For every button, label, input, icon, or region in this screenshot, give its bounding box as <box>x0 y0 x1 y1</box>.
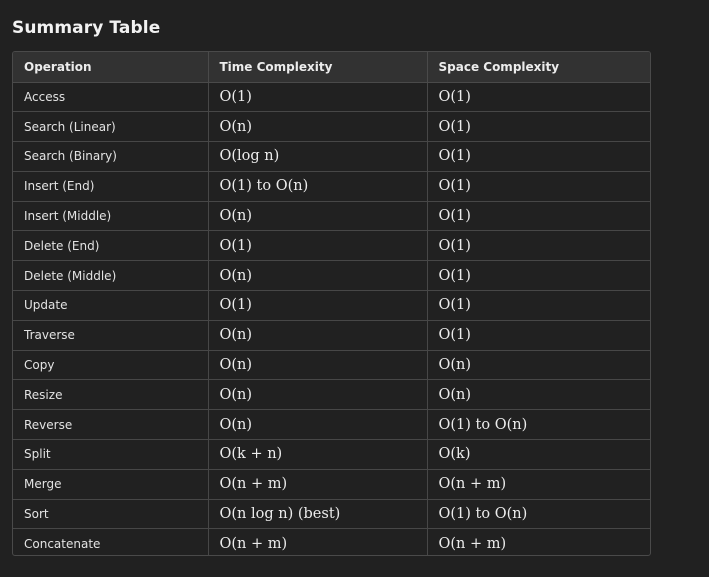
time-complexity-cell: O(1) <box>208 290 428 321</box>
operation-cell: Resize <box>13 379 209 411</box>
time-complexity-cell: O(n) <box>208 111 428 143</box>
table-body: Access O(1) O(1) Search (Linear) O(n) O(1) S… <box>13 82 650 555</box>
time-complexity-cell: O(1) to O(n) <box>208 171 428 202</box>
operation-cell: Search (Binary) <box>13 141 209 172</box>
operation-cell: Sort <box>13 499 209 530</box>
space-complexity-cell: O(1) <box>427 201 650 232</box>
time-complexity-cell: O(n + m) <box>208 469 428 500</box>
column-header-space-complexity: Space Complexity <box>427 52 650 83</box>
time-complexity-cell: O(k + n) <box>208 439 428 470</box>
time-complexity-cell: O(n) <box>208 320 428 351</box>
table-row: Update O(1) O(1) <box>13 290 650 321</box>
table-row: Resize O(n) O(n) <box>13 379 650 411</box>
operation-cell: Search (Linear) <box>13 111 209 143</box>
table-row: Insert (Middle) O(n) O(1) <box>13 201 650 232</box>
operation-cell: Update <box>13 290 209 321</box>
space-complexity-cell: O(1) <box>427 111 650 143</box>
table-row: Insert (End) O(1) to O(n) O(1) <box>13 171 650 202</box>
operation-cell: Access <box>13 82 209 113</box>
operation-cell: Delete (End) <box>13 230 209 262</box>
time-complexity-cell: O(n + m) <box>208 528 428 555</box>
table-row: Sort O(n log n) (best) O(1) to O(n) <box>13 499 650 530</box>
table-header: Operation Time Complexity Space Complexi… <box>13 52 650 83</box>
space-complexity-cell: O(1) <box>427 230 650 262</box>
operation-cell: Insert (Middle) <box>13 201 209 232</box>
column-header-time-complexity: Time Complexity <box>208 52 428 83</box>
time-complexity-cell: O(n) <box>208 260 428 292</box>
space-complexity-cell: O(1) to O(n) <box>427 499 650 530</box>
operation-cell: Split <box>13 439 209 470</box>
operation-cell: Delete (Middle) <box>13 260 209 292</box>
table-row: Search (Linear) O(n) O(1) <box>13 111 650 143</box>
time-complexity-cell: O(n) <box>208 201 428 232</box>
space-complexity-cell: O(1) <box>427 141 650 172</box>
space-complexity-cell: O(1) <box>427 320 650 351</box>
time-complexity-cell: O(1) <box>208 82 428 113</box>
operation-cell: Concatenate <box>13 528 209 555</box>
space-complexity-cell: O(1) <box>427 171 650 202</box>
table-row: Reverse O(n) O(1) to O(n) <box>13 409 650 441</box>
table-row: Delete (End) O(1) O(1) <box>13 230 650 262</box>
table-row: Split O(k + n) O(k) <box>13 439 650 470</box>
space-complexity-cell: O(n + m) <box>427 469 650 500</box>
section-heading: Summary Table <box>12 18 161 38</box>
table-row: Search (Binary) O(log n) O(1) <box>13 141 650 172</box>
table-row: Traverse O(n) O(1) <box>13 320 650 351</box>
column-header-operation: Operation <box>13 52 209 83</box>
space-complexity-cell: O(k) <box>427 439 650 470</box>
header-row: Operation Time Complexity Space Complexi… <box>13 52 650 83</box>
time-complexity-cell: O(n) <box>208 379 428 411</box>
time-complexity-cell: O(n log n) (best) <box>208 499 428 530</box>
operation-cell: Reverse <box>13 409 209 441</box>
time-complexity-cell: O(1) <box>208 230 428 262</box>
summary-table: Operation Time Complexity Space Complexi… <box>13 52 650 555</box>
table-row: Merge O(n + m) O(n + m) <box>13 469 650 500</box>
space-complexity-cell: O(1) <box>427 260 650 292</box>
time-complexity-cell: O(n) <box>208 409 428 441</box>
space-complexity-cell: O(n + m) <box>438 536 507 553</box>
operation-cell: Insert (End) <box>13 171 209 202</box>
space-complexity-cell: O(1) <box>427 290 650 321</box>
space-complexity-cell: O(n) <box>427 350 650 381</box>
time-complexity-cell: O(n) <box>208 350 428 381</box>
table-row: Concatenate O(n + m) O(n + m) <box>13 528 650 555</box>
operation-cell: Traverse <box>13 320 209 351</box>
summary-table-container: Operation Time Complexity Space Complexi… <box>12 51 651 556</box>
space-complexity-cell: O(1) <box>427 82 650 113</box>
table-row: Copy O(n) O(n) <box>13 350 650 381</box>
table-row: Access O(1) O(1) <box>13 82 650 113</box>
table-row: Delete (Middle) O(n) O(1) <box>13 260 650 292</box>
space-complexity-cell: O(1) to O(n) <box>427 409 650 441</box>
operation-cell: Merge <box>13 469 209 500</box>
operation-cell: Copy <box>13 350 209 381</box>
time-complexity-cell: O(log n) <box>208 141 428 172</box>
space-complexity-cell: O(n) <box>427 379 650 411</box>
